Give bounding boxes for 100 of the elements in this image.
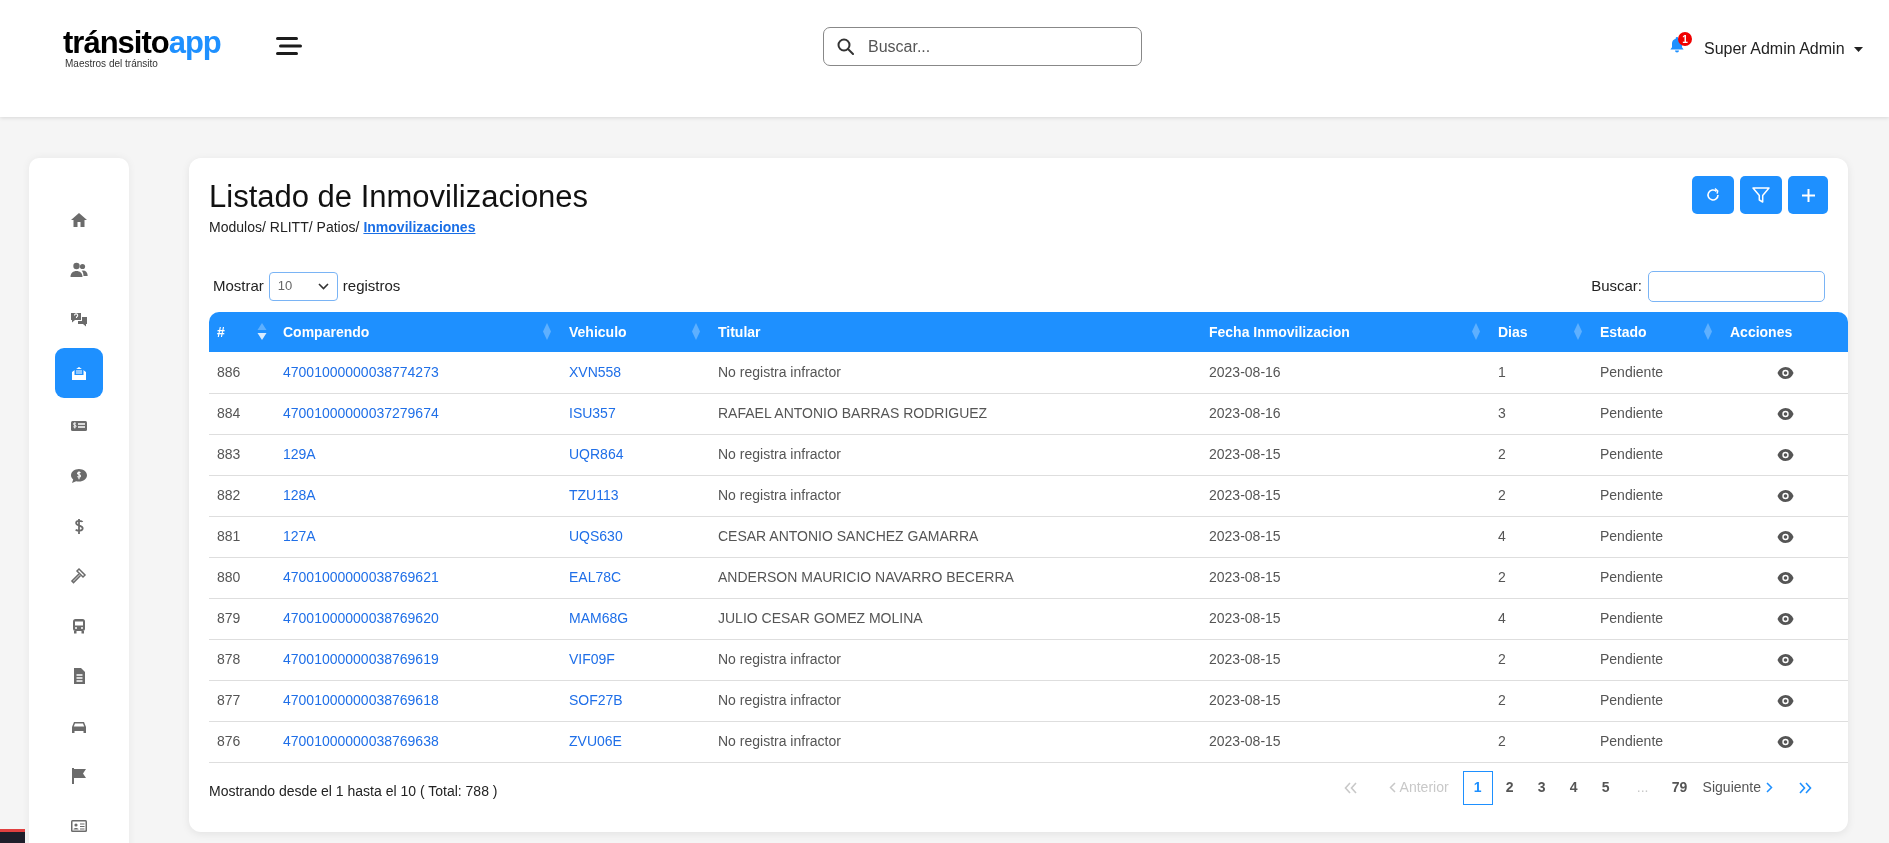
table-link[interactable]: EAL78C bbox=[569, 569, 622, 585]
pagination-button[interactable]: 1 bbox=[1462, 770, 1493, 805]
table-cell: Pendiente bbox=[1600, 363, 1664, 380]
table-cell: 2023-08-15 bbox=[1209, 528, 1281, 544]
table-link[interactable]: 47001000000037279674 bbox=[283, 405, 439, 421]
table-link[interactable]: XVN558 bbox=[569, 363, 622, 380]
table-link[interactable]: UQS630 bbox=[569, 528, 623, 544]
view-icon[interactable] bbox=[1776, 736, 1794, 749]
table-cell: Pendiente bbox=[1600, 651, 1664, 667]
column-header[interactable]: Fecha Inmovilizacion bbox=[1209, 323, 1350, 340]
table-cell: 884 bbox=[217, 405, 241, 421]
table-cell: 879 bbox=[217, 610, 241, 626]
column-header[interactable]: # bbox=[217, 323, 225, 340]
sidebar-item[interactable] bbox=[55, 348, 103, 398]
page-size-select[interactable]: 10 bbox=[268, 271, 338, 301]
view-icon[interactable] bbox=[1776, 408, 1794, 421]
search-field[interactable]: Buscar... bbox=[823, 27, 1142, 66]
table-cell: 881 bbox=[217, 528, 241, 544]
column-header[interactable]: Vehiculo bbox=[569, 323, 627, 340]
table-cell: 2 bbox=[1498, 487, 1506, 503]
column-header[interactable]: Titular bbox=[718, 323, 761, 340]
table-cell: Pendiente bbox=[1600, 528, 1664, 544]
table-cell: 2023-08-15 bbox=[1209, 569, 1281, 585]
menu-icon[interactable] bbox=[276, 36, 302, 56]
user-menu[interactable]: Super Admin Admin bbox=[1704, 37, 1863, 61]
column-header[interactable]: Estado bbox=[1600, 323, 1647, 340]
table-link[interactable]: SOF27B bbox=[569, 692, 623, 708]
refresh-button[interactable] bbox=[1692, 176, 1734, 214]
view-icon[interactable] bbox=[1776, 572, 1794, 585]
table-cell: 1 bbox=[1498, 363, 1506, 380]
table-cell: 2023-08-15 bbox=[1209, 487, 1281, 503]
table-cell: 2023-08-15 bbox=[1209, 610, 1281, 626]
chat-dollar-icon bbox=[70, 467, 88, 485]
table-link[interactable]: 47001000000038769618 bbox=[283, 692, 439, 708]
table-link[interactable]: VIF09F bbox=[569, 651, 615, 667]
table-cell: 2023-08-16 bbox=[1209, 405, 1281, 421]
pagination-button[interactable]: 3 bbox=[1526, 770, 1557, 805]
table-cell: 2 bbox=[1498, 692, 1506, 708]
table-link[interactable]: ISU357 bbox=[569, 405, 616, 421]
table-cell: Pendiente bbox=[1600, 405, 1664, 421]
table-link[interactable]: 47001000000038769638 bbox=[283, 733, 439, 749]
view-icon[interactable] bbox=[1776, 449, 1794, 462]
table-search-field[interactable] bbox=[1648, 270, 1825, 302]
table-link[interactable]: 128A bbox=[283, 487, 316, 503]
table-cell: 886 bbox=[217, 363, 241, 380]
table-cell: 882 bbox=[217, 487, 241, 503]
view-icon[interactable] bbox=[1776, 695, 1794, 708]
view-icon[interactable] bbox=[1776, 367, 1794, 379]
logo: tránsitoapp Maestros del tránsito bbox=[63, 27, 221, 69]
page-title: Listado de Inmovilizaciones bbox=[209, 178, 589, 216]
table-cell: 877 bbox=[217, 692, 241, 708]
search-label: Buscar: bbox=[1591, 275, 1642, 296]
table-cell: 2023-08-15 bbox=[1209, 733, 1281, 749]
table-link[interactable]: 47001000000038774273 bbox=[283, 363, 439, 380]
table-cell: No registra infractor bbox=[718, 446, 841, 462]
table-cell: Pendiente bbox=[1600, 692, 1664, 708]
table-cell: Pendiente bbox=[1600, 569, 1664, 585]
pagination-button[interactable]: 4 bbox=[1558, 770, 1589, 805]
view-icon[interactable] bbox=[1776, 654, 1794, 667]
table-cell: No registra infractor bbox=[718, 363, 841, 380]
bus-icon bbox=[70, 617, 88, 635]
table-cell: 2023-08-15 bbox=[1209, 446, 1281, 462]
table-link[interactable]: 127A bbox=[283, 528, 316, 544]
column-header[interactable]: Acciones bbox=[1730, 323, 1793, 340]
table-link[interactable]: 47001000000038769621 bbox=[283, 569, 439, 585]
breadcrumb-link[interactable]: Inmovilizaciones bbox=[363, 217, 476, 238]
table-link[interactable]: 129A bbox=[283, 446, 316, 462]
view-icon[interactable] bbox=[1776, 490, 1794, 503]
add-button[interactable] bbox=[1788, 176, 1828, 214]
view-icon[interactable] bbox=[1776, 613, 1794, 626]
table-link[interactable]: MAM68G bbox=[569, 610, 629, 626]
table-link[interactable]: ZVU06E bbox=[569, 733, 622, 749]
filter-icon bbox=[1752, 186, 1770, 204]
pagination-button[interactable]: 2 bbox=[1494, 770, 1525, 805]
table-cell: Pendiente bbox=[1600, 446, 1664, 462]
table-cell: 883 bbox=[217, 446, 241, 462]
users-icon bbox=[70, 261, 88, 279]
table-cell: ANDERSON MAURICIO NAVARRO BECERRA bbox=[718, 569, 1014, 585]
table-link[interactable]: TZU113 bbox=[569, 487, 619, 503]
table-cell: 2 bbox=[1498, 651, 1506, 667]
gavel-icon bbox=[70, 567, 88, 585]
view-icon[interactable] bbox=[1776, 531, 1794, 544]
pagination-button[interactable]: 5 bbox=[1590, 770, 1621, 805]
table-summary: Mostrando desde el 1 hasta el 10 ( Total: 788 ) bbox=[209, 782, 498, 801]
column-header[interactable]: Dias bbox=[1498, 323, 1528, 340]
table-link[interactable]: UQR864 bbox=[569, 446, 624, 462]
pagination-button[interactable]: 79 bbox=[1664, 770, 1695, 805]
filter-button[interactable] bbox=[1740, 176, 1782, 214]
search-icon bbox=[837, 38, 854, 55]
table-link[interactable]: 47001000000038769619 bbox=[283, 651, 439, 667]
id-card-icon bbox=[70, 817, 88, 835]
table-cell: 876 bbox=[217, 733, 241, 749]
table-cell: 880 bbox=[217, 569, 241, 585]
table-link[interactable]: 47001000000038769620 bbox=[283, 610, 439, 626]
pagination-ellipsis: ... bbox=[1635, 778, 1650, 797]
chat-question-icon bbox=[70, 311, 88, 329]
notification-badge: 1 bbox=[1678, 32, 1692, 46]
column-header[interactable]: Comparendo bbox=[283, 323, 370, 340]
pagination-button[interactable]: Siguiente bbox=[1696, 770, 1779, 805]
table-cell: 2 bbox=[1498, 446, 1506, 462]
